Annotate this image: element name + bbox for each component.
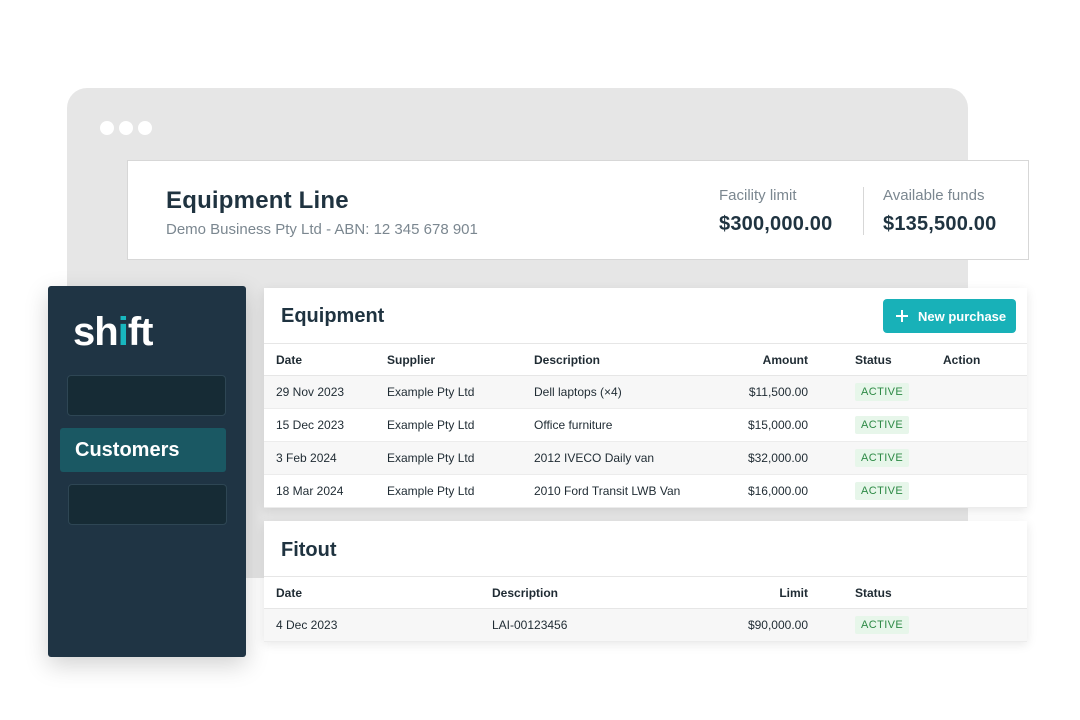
row-status: ACTIVE <box>808 608 1027 642</box>
col-action: Action <box>943 343 1027 376</box>
equipment-table: Date Supplier Description Amount Status … <box>264 343 1027 508</box>
row-supplier: Example Pty Ltd <box>387 408 534 442</box>
status-badge: ACTIVE <box>855 616 910 634</box>
logo-text: ft <box>127 310 154 354</box>
row-action <box>943 408 1027 442</box>
row-description: 2012 IVECO Daily van <box>534 441 695 475</box>
facility-limit-label: Facility limit <box>719 187 797 204</box>
new-purchase-label: New purchase <box>918 308 1007 324</box>
equipment-title: Equipment <box>281 305 385 327</box>
row-date: 29 Nov 2023 <box>264 375 387 409</box>
equipment-card: Equipment New purchase Date Supplier Des… <box>264 288 1027 508</box>
row-description: Dell laptops (×4) <box>534 375 695 409</box>
row-description: LAI-00123456 <box>492 608 669 642</box>
row-supplier: Example Pty Ltd <box>387 474 534 508</box>
fitout-card: Fitout Date Description Limit Status 4 D… <box>264 521 1027 642</box>
col-supplier[interactable]: Supplier <box>387 343 534 376</box>
col-status[interactable]: Status <box>808 343 943 376</box>
col-date[interactable]: Date <box>264 343 387 376</box>
shift-logo[interactable]: shift <box>73 310 154 355</box>
fitout-title: Fitout <box>281 539 337 561</box>
status-badge: ACTIVE <box>855 449 910 467</box>
col-description[interactable]: Description <box>534 343 695 376</box>
table-row[interactable]: 15 Dec 2023 Example Pty Ltd Office furni… <box>264 408 1027 442</box>
row-date: 15 Dec 2023 <box>264 408 387 442</box>
account-header-card: Equipment Line Demo Business Pty Ltd - A… <box>127 160 1029 260</box>
row-amount: $11,500.00 <box>695 375 808 409</box>
status-badge: ACTIVE <box>855 482 910 500</box>
facility-limit-metric: Facility limit $300,000.00 <box>719 187 832 236</box>
table-row[interactable]: 29 Nov 2023 Example Pty Ltd Dell laptops… <box>264 375 1027 409</box>
sidebar: shift Customers <box>48 286 246 657</box>
row-description: 2010 Ford Transit LWB Van <box>534 474 695 508</box>
row-supplier: Example Pty Ltd <box>387 441 534 475</box>
window-controls <box>100 121 152 135</box>
facility-limit-value: $300,000.00 <box>719 213 833 235</box>
row-amount: $15,000.00 <box>695 408 808 442</box>
col-limit[interactable]: Limit <box>669 576 808 609</box>
col-date[interactable]: Date <box>264 576 492 609</box>
row-limit: $90,000.00 <box>669 608 808 642</box>
col-status[interactable]: Status <box>808 576 1027 609</box>
row-status: ACTIVE <box>808 441 943 475</box>
page-title: Equipment Line <box>166 187 349 214</box>
available-funds-metric: Available funds $135,500.00 <box>883 187 996 236</box>
logo-text: sh <box>73 310 119 354</box>
available-funds-value: $135,500.00 <box>883 213 997 235</box>
business-subtitle: Demo Business Pty Ltd - ABN: 12 345 678 … <box>166 221 478 238</box>
status-badge: ACTIVE <box>855 383 910 401</box>
window-dot-icon <box>100 121 114 135</box>
sidebar-item-placeholder[interactable] <box>67 375 226 416</box>
row-date: 18 Mar 2024 <box>264 474 387 508</box>
metric-divider <box>863 187 864 235</box>
row-date: 3 Feb 2024 <box>264 441 387 475</box>
row-amount: $32,000.00 <box>695 441 808 475</box>
stage: Equipment Line Demo Business Pty Ltd - A… <box>0 0 1080 720</box>
status-badge: ACTIVE <box>855 416 910 434</box>
sidebar-item-placeholder[interactable] <box>68 484 227 525</box>
row-status: ACTIVE <box>808 474 943 508</box>
plus-icon <box>896 310 908 322</box>
logo-i: i <box>117 310 129 354</box>
row-action <box>943 474 1027 508</box>
table-row[interactable]: 4 Dec 2023 LAI-00123456 $90,000.00 ACTIV… <box>264 608 1027 642</box>
table-header-row: Date Supplier Description Amount Status … <box>264 343 1027 376</box>
row-action <box>943 375 1027 409</box>
window-dot-icon <box>138 121 152 135</box>
row-supplier: Example Pty Ltd <box>387 375 534 409</box>
row-amount: $16,000.00 <box>695 474 808 508</box>
fitout-table: Date Description Limit Status 4 Dec 2023… <box>264 576 1027 642</box>
col-description[interactable]: Description <box>492 576 669 609</box>
row-date: 4 Dec 2023 <box>264 608 492 642</box>
row-status: ACTIVE <box>808 375 943 409</box>
table-header-row: Date Description Limit Status <box>264 576 1027 609</box>
row-description: Office furniture <box>534 408 695 442</box>
row-action <box>943 441 1027 475</box>
row-status: ACTIVE <box>808 408 943 442</box>
available-funds-label: Available funds <box>883 187 985 204</box>
table-row[interactable]: 18 Mar 2024 Example Pty Ltd 2010 Ford Tr… <box>264 474 1027 508</box>
sidebar-item-customers[interactable]: Customers <box>60 428 226 472</box>
table-row[interactable]: 3 Feb 2024 Example Pty Ltd 2012 IVECO Da… <box>264 441 1027 475</box>
window-dot-icon <box>119 121 133 135</box>
col-amount[interactable]: Amount <box>695 343 808 376</box>
new-purchase-button[interactable]: New purchase <box>883 299 1016 333</box>
